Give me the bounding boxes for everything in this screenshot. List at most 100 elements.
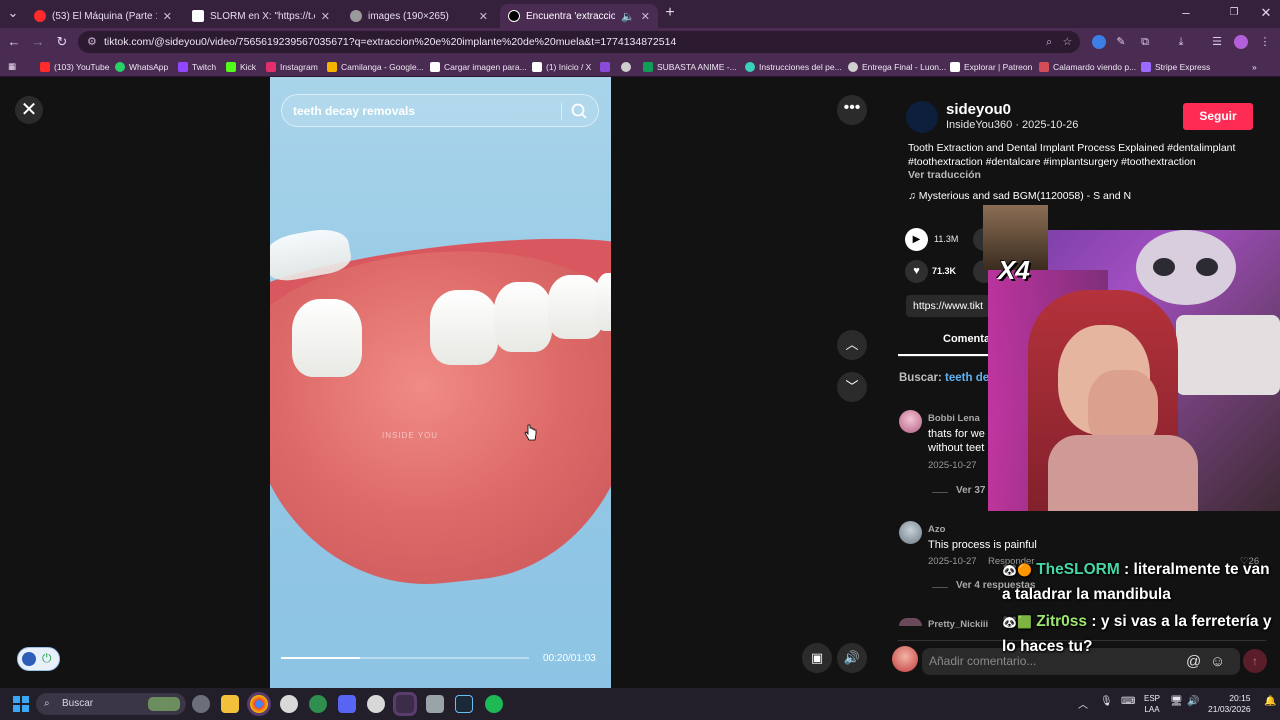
- commenter-name[interactable]: Bobbi Lena: [928, 413, 980, 424]
- close-video-button[interactable]: ✕: [15, 96, 43, 124]
- apps-icon[interactable]: ▦: [8, 59, 16, 74]
- tab-x[interactable]: SLORM en X: "https://t.co/aIKzk ✕: [184, 4, 338, 28]
- bookmark-drive[interactable]: Camilanga - Google...: [327, 59, 424, 74]
- language-indicator[interactable]: ESP LAA: [1144, 693, 1160, 715]
- close-icon[interactable]: ✕: [641, 10, 650, 23]
- chrome-icon[interactable]: [250, 695, 268, 713]
- emoji-icon[interactable]: ☺: [1210, 648, 1225, 675]
- window-close-button[interactable]: ✕: [1258, 5, 1274, 21]
- microphone-icon[interactable]: 🎙: [1100, 696, 1113, 707]
- discord-icon[interactable]: [338, 695, 356, 713]
- taskbar-app-icon[interactable]: [280, 695, 298, 713]
- more-options-button[interactable]: •••: [837, 95, 867, 125]
- more-bookmarks-icon[interactable]: »: [1252, 59, 1257, 74]
- search-icon[interactable]: [570, 102, 588, 120]
- play-icon[interactable]: ▶: [905, 228, 928, 251]
- windows-start-icon[interactable]: [13, 696, 29, 712]
- bookmark-instagram[interactable]: Instagram: [266, 59, 318, 74]
- previous-video-button[interactable]: ︿: [837, 330, 867, 360]
- close-icon[interactable]: ✕: [321, 10, 330, 23]
- bookmark-upload[interactable]: Cargar imagen para...: [430, 59, 527, 74]
- floating-player-button[interactable]: ▣: [802, 643, 832, 673]
- bookmark-instructions[interactable]: Instrucciones del pe...: [745, 59, 842, 74]
- bookmark-purple[interactable]: [600, 59, 610, 74]
- bookmark-stripe[interactable]: Stripe Express: [1141, 59, 1210, 74]
- tab-search-icon[interactable]: ⌄: [5, 5, 21, 21]
- commenter-avatar[interactable]: [899, 410, 922, 433]
- bookmark-twitch[interactable]: Twitch: [178, 59, 216, 74]
- bookmark-star-icon[interactable]: ☆: [1063, 31, 1072, 53]
- taskbar-search[interactable]: ⌕ Buscar: [36, 693, 186, 715]
- author-avatar[interactable]: [906, 101, 938, 133]
- volume-icon[interactable]: 🔊: [1187, 696, 1199, 707]
- speaker-icon[interactable]: 🔈: [621, 10, 635, 23]
- translate-link[interactable]: Ver traducción: [908, 169, 981, 181]
- network-icon[interactable]: 🖥: [1170, 696, 1183, 707]
- panda-plush: [1196, 258, 1218, 276]
- system-clock[interactable]: 20:15 21/03/2026: [1208, 693, 1251, 715]
- notification-bell-icon[interactable]: 🔔: [1264, 696, 1276, 707]
- related-search[interactable]: Buscar: teeth de: [899, 372, 989, 384]
- tab-images[interactable]: images (190×265) ✕: [342, 4, 496, 28]
- bookmark-whatsapp[interactable]: WhatsApp: [115, 59, 168, 74]
- address-bar[interactable]: ⚙ tiktok.com/@sideyou0/video/75656192395…: [78, 31, 1080, 53]
- minimize-button[interactable]: –: [1178, 5, 1194, 21]
- send-comment-button[interactable]: ↑: [1243, 649, 1267, 673]
- extension-icon[interactable]: [1092, 35, 1106, 49]
- new-tab-button[interactable]: +: [662, 5, 678, 21]
- extension-icon[interactable]: ✎: [1114, 35, 1128, 49]
- bookmark-entrega[interactable]: Entrega Final - Luon...: [848, 59, 946, 74]
- bookmark-x[interactable]: (1) Inicio / X: [532, 59, 591, 74]
- keyboard-icon[interactable]: ⌨: [1121, 696, 1135, 707]
- obs-icon[interactable]: [396, 695, 414, 713]
- reload-button[interactable]: ↻: [54, 34, 70, 50]
- mention-icon[interactable]: @: [1186, 648, 1201, 675]
- extension-toggle[interactable]: ⏻: [17, 647, 60, 671]
- back-button[interactable]: ←: [6, 34, 22, 50]
- bookmark-youtube[interactable]: (103) YouTube: [40, 59, 109, 74]
- download-icon[interactable]: ⤓: [1174, 35, 1188, 49]
- close-icon[interactable]: ✕: [163, 10, 172, 23]
- maximize-button[interactable]: ❐: [1226, 5, 1242, 21]
- next-video-button[interactable]: ﹀: [837, 372, 867, 402]
- zoom-icon[interactable]: ⌕: [1046, 31, 1052, 53]
- taskbar-app-icon[interactable]: [192, 695, 210, 713]
- reading-list-icon[interactable]: ☰: [1210, 35, 1224, 49]
- site-settings-icon[interactable]: ⚙: [87, 31, 97, 53]
- taskbar-app-icon[interactable]: [309, 695, 327, 713]
- forward-button[interactable]: →: [30, 34, 46, 50]
- bookmark-sheets[interactable]: SUBASTA ANIME -...: [643, 59, 737, 74]
- commenter-avatar[interactable]: [899, 521, 922, 544]
- taskbar-app-icon[interactable]: [367, 695, 385, 713]
- tab-youtube[interactable]: (53) El Máquina (Parte 1) - YouTube ✕: [26, 4, 180, 28]
- tab-comments[interactable]: Comenta: [943, 333, 990, 345]
- spotify-icon[interactable]: [485, 695, 503, 713]
- video-search-bar[interactable]: teeth decay removals: [281, 94, 599, 127]
- search-query-text: teeth decay removals: [293, 104, 416, 118]
- purple-bookmark-icon: [600, 61, 610, 72]
- profile-avatar[interactable]: [1234, 35, 1248, 49]
- volume-button[interactable]: 🔊: [837, 643, 867, 673]
- user-avatar[interactable]: [892, 646, 918, 672]
- taskbar-app-icon[interactable]: [426, 695, 444, 713]
- extensions-puzzle-icon[interactable]: ⧉: [1138, 35, 1152, 49]
- view-replies-link[interactable]: Ver 37: [956, 485, 985, 496]
- bookmark-globe[interactable]: [621, 59, 631, 74]
- bookmark-calamardo[interactable]: Calamardo viendo p...: [1039, 59, 1136, 74]
- commenter-name[interactable]: Azo: [928, 524, 945, 535]
- bookmark-kick[interactable]: Kick: [226, 59, 256, 74]
- tab-tiktok[interactable]: Encuentra 'extraccion e impl 🔈 ✕: [500, 4, 658, 28]
- file-explorer-icon[interactable]: [221, 695, 239, 713]
- menu-icon[interactable]: ⋮: [1258, 35, 1272, 49]
- music-row[interactable]: ♫ Mysterious and sad BGM(1120058) - S an…: [908, 190, 1131, 202]
- video-player[interactable]: INSIDE YOU teeth decay removals 00:20/01…: [270, 77, 611, 688]
- commenter-avatar[interactable]: [899, 618, 922, 626]
- video-progress-bar[interactable]: [281, 657, 529, 659]
- like-icon[interactable]: ♥: [905, 260, 928, 283]
- tray-chevron-icon[interactable]: ︿: [1078, 696, 1088, 711]
- author-name[interactable]: sideyou0: [946, 101, 1011, 118]
- bookmark-patreon[interactable]: Explorar | Patreon: [950, 59, 1032, 74]
- steam-icon[interactable]: [455, 695, 473, 713]
- close-icon[interactable]: ✕: [479, 10, 488, 23]
- follow-button[interactable]: Seguir: [1183, 103, 1253, 130]
